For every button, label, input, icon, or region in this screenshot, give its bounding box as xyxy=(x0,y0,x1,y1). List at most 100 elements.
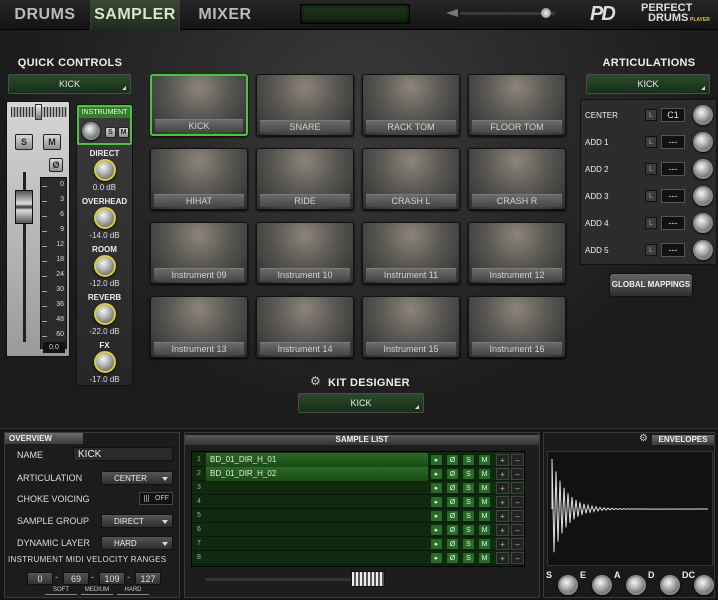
articulation-note-field[interactable]: --- xyxy=(661,162,685,176)
master-volume-slider[interactable] xyxy=(460,8,555,18)
choke-toggle[interactable]: OFF xyxy=(139,492,173,505)
articulation-note-field[interactable]: --- xyxy=(661,216,685,230)
sample-s-button[interactable]: S xyxy=(462,510,475,522)
sample-play-button[interactable]: ▸ xyxy=(430,538,443,550)
articulation-learn-button[interactable]: L xyxy=(645,190,657,202)
sample-group-select[interactable]: DIRECT xyxy=(101,514,173,528)
phase-button[interactable]: Ø xyxy=(49,158,63,172)
sample-plus-button[interactable]: + xyxy=(496,468,509,480)
sample-minus-button[interactable]: – xyxy=(511,468,524,480)
global-mappings-button[interactable]: GLOBAL MAPPINGS xyxy=(609,273,693,297)
articulation-note-field[interactable]: --- xyxy=(661,189,685,203)
sample-name[interactable]: BD_01_DIR_H_01 xyxy=(206,453,428,467)
kit-designer-title[interactable]: KIT DESIGNER xyxy=(328,377,410,389)
sample-row[interactable]: 7 ▸ Ø S M + – xyxy=(192,537,524,551)
sample-play-button[interactable]: ▸ xyxy=(430,524,443,536)
sample-minus-button[interactable]: – xyxy=(511,482,524,494)
pad-7[interactable]: CRASH L xyxy=(362,148,460,210)
velocity-value[interactable]: 0 xyxy=(27,572,53,585)
pan-handle[interactable] xyxy=(35,104,42,120)
articulation-knob[interactable] xyxy=(693,159,713,179)
sample-m-button[interactable]: M xyxy=(478,454,491,466)
pad-8[interactable]: CRASH R xyxy=(468,148,566,210)
articulation-note-field[interactable]: --- xyxy=(661,243,685,257)
sample-s-button[interactable]: S xyxy=(462,468,475,480)
sample-row[interactable]: 2 BD_01_DIR_H_02 ▸ Ø S M + – xyxy=(192,467,524,481)
pad-16[interactable]: Instrument 16 xyxy=(468,296,566,358)
sample-row[interactable]: 6 ▸ Ø S M + – xyxy=(192,523,524,537)
articulation-knob[interactable] xyxy=(693,186,713,206)
pad-15[interactable]: Instrument 15 xyxy=(362,296,460,358)
sample-minus-button[interactable]: – xyxy=(511,552,524,564)
sample-phase-button[interactable]: Ø xyxy=(446,496,459,508)
pad-10[interactable]: Instrument 10 xyxy=(256,222,354,284)
pad-13[interactable]: Instrument 13 xyxy=(150,296,248,358)
pad-5[interactable]: HIHAT xyxy=(150,148,248,210)
sample-minus-button[interactable]: – xyxy=(511,538,524,550)
quick-controls-instrument-select[interactable]: KICK xyxy=(8,74,131,94)
volume-fader-handle[interactable] xyxy=(15,190,33,224)
tab-sampler[interactable]: SAMPLER xyxy=(90,0,180,30)
sample-s-button[interactable]: S xyxy=(462,524,475,536)
envelope-knob[interactable] xyxy=(558,575,578,595)
sample-plus-button[interactable]: + xyxy=(496,510,509,522)
sample-m-button[interactable]: M xyxy=(478,496,491,508)
sample-plus-button[interactable]: + xyxy=(496,454,509,466)
pad-3[interactable]: RACK TOM xyxy=(362,74,460,136)
pad-1[interactable]: KICK xyxy=(150,74,248,136)
articulation-knob[interactable] xyxy=(693,132,713,152)
sample-plus-button[interactable]: + xyxy=(496,496,509,508)
sample-play-button[interactable]: ▸ xyxy=(430,496,443,508)
articulation-knob[interactable] xyxy=(693,213,713,233)
sample-phase-button[interactable]: Ø xyxy=(446,552,459,564)
articulation-note-field[interactable]: C1 xyxy=(661,108,685,122)
articulation-learn-button[interactable]: L xyxy=(645,136,657,148)
mute-button[interactable]: M xyxy=(43,134,61,150)
articulation-learn-button[interactable]: L xyxy=(645,244,657,256)
sample-plus-button[interactable]: + xyxy=(496,552,509,564)
sample-minus-button[interactable]: – xyxy=(511,454,524,466)
velocity-value[interactable]: 69 xyxy=(63,572,89,585)
instrument-solo-button[interactable]: S xyxy=(105,127,116,138)
articulation-learn-button[interactable]: L xyxy=(645,109,657,121)
sample-minus-button[interactable]: – xyxy=(511,510,524,522)
envelope-knob[interactable] xyxy=(660,575,680,595)
sample-m-button[interactable]: M xyxy=(478,510,491,522)
sample-name[interactable]: BD_01_DIR_H_02 xyxy=(206,467,428,481)
sample-m-button[interactable]: M xyxy=(478,538,491,550)
sample-m-button[interactable]: M xyxy=(478,482,491,494)
sample-phase-button[interactable]: Ø xyxy=(446,454,459,466)
velocity-value[interactable]: 127 xyxy=(135,572,161,585)
dynamic-layer-select[interactable]: HARD xyxy=(101,536,173,550)
sample-scroll-handle[interactable] xyxy=(351,571,385,587)
tab-mixer[interactable]: MIXER xyxy=(180,0,270,30)
volume-slider-handle[interactable] xyxy=(540,8,551,18)
sample-s-button[interactable]: S xyxy=(462,482,475,494)
pad-9[interactable]: Instrument 09 xyxy=(150,222,248,284)
kit-designer-select[interactable]: KICK xyxy=(298,393,424,413)
articulation-note-field[interactable]: --- xyxy=(661,135,685,149)
knob-overhead[interactable] xyxy=(94,207,116,229)
sample-play-button[interactable]: ▸ xyxy=(430,482,443,494)
sample-play-button[interactable]: ▸ xyxy=(430,454,443,466)
sample-s-button[interactable]: S xyxy=(462,496,475,508)
knob-direct[interactable] xyxy=(94,159,116,181)
sample-m-button[interactable]: M xyxy=(478,468,491,480)
sample-minus-button[interactable]: – xyxy=(511,524,524,536)
sample-phase-button[interactable]: Ø xyxy=(446,524,459,536)
knob-fx[interactable] xyxy=(94,351,116,373)
pad-2[interactable]: SNARE xyxy=(256,74,354,136)
tab-drums[interactable]: DRUMS xyxy=(0,0,90,30)
sample-s-button[interactable]: S xyxy=(462,538,475,550)
envelope-knob[interactable] xyxy=(626,575,646,595)
pad-11[interactable]: Instrument 11 xyxy=(362,222,460,284)
sample-row[interactable]: 3 ▸ Ø S M + – xyxy=(192,481,524,495)
sample-row[interactable]: 1 BD_01_DIR_H_01 ▸ Ø S M + – xyxy=(192,453,524,467)
sample-phase-button[interactable]: Ø xyxy=(446,482,459,494)
articulation-knob[interactable] xyxy=(693,240,713,260)
envelope-knob[interactable] xyxy=(694,575,714,595)
velocity-value[interactable]: 109 xyxy=(99,572,125,585)
sample-play-button[interactable]: ▸ xyxy=(430,510,443,522)
knob-reverb[interactable] xyxy=(94,303,116,325)
pad-6[interactable]: RIDE xyxy=(256,148,354,210)
